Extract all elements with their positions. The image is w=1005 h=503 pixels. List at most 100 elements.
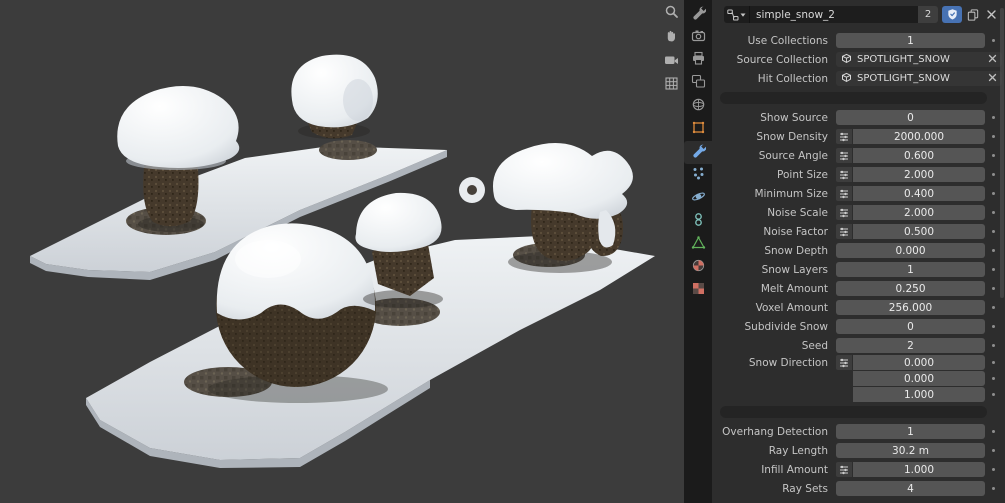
prop-row: Source Angle 0.600: [718, 146, 1002, 165]
prop-row: Snow Layers 1: [718, 260, 1002, 279]
grid-ortho-icon[interactable]: [662, 74, 680, 92]
point-size-field[interactable]: 2.000: [853, 167, 985, 182]
prop-label: Subdivide Snow: [744, 320, 829, 333]
source-angle-field[interactable]: 0.600: [853, 148, 985, 163]
ray-length-field[interactable]: 30.2 m: [836, 443, 985, 458]
prop-label: Source Angle: [758, 149, 828, 162]
decorator-dot[interactable]: [985, 361, 1002, 364]
hit-collection-field[interactable]: SPOTLIGHT_SNOW: [836, 71, 1002, 86]
decorator-dot[interactable]: [985, 344, 1002, 347]
prop-row: Noise Factor 0.500: [718, 222, 1002, 241]
tab-particles[interactable]: [684, 164, 712, 187]
tab-view-layer[interactable]: [684, 72, 712, 95]
prop-label: Source Collection: [736, 53, 828, 66]
node-group-header: simple_snow_2 2: [724, 6, 1000, 23]
attribute-toggle-icon[interactable]: [836, 224, 852, 239]
prop-row: Ray Sets 4: [718, 479, 1002, 498]
node-group-browse-icon[interactable]: [724, 6, 750, 23]
decorator-dot[interactable]: [985, 393, 1002, 396]
unlink-x-icon[interactable]: [988, 54, 997, 66]
prop-row-vector: Snow Direction 0.000 0.000 1.000: [718, 355, 1002, 402]
tab-tool[interactable]: [684, 3, 712, 26]
snow-direction-z-field[interactable]: 1.000: [853, 387, 985, 402]
scrollbar[interactable]: [1000, 8, 1004, 298]
voxel-amount-field[interactable]: 256.000: [836, 300, 985, 315]
melt-amount-field[interactable]: 0.250: [836, 281, 985, 296]
3d-viewport[interactable]: [0, 0, 684, 503]
tab-object-data[interactable]: [684, 233, 712, 256]
tab-constraints[interactable]: [684, 210, 712, 233]
chevron-down-icon: [740, 13, 746, 17]
prop-label: Noise Scale: [767, 206, 828, 219]
attribute-toggle-icon[interactable]: [836, 129, 852, 144]
tab-render[interactable]: [684, 26, 712, 49]
subdivide-snow-field[interactable]: 0: [836, 319, 985, 334]
copy-icon[interactable]: [964, 6, 981, 23]
tab-output[interactable]: [684, 49, 712, 72]
attribute-toggle-icon[interactable]: [836, 205, 852, 220]
infill-amount-field[interactable]: 1.000: [853, 462, 985, 477]
decorator-dot[interactable]: [985, 306, 1002, 309]
decorator-dot[interactable]: [985, 377, 1002, 380]
overhang-detection-field[interactable]: 1: [836, 424, 985, 439]
noise-scale-field[interactable]: 2.000: [853, 205, 985, 220]
world-icon: [691, 97, 706, 116]
subpanel-header[interactable]: [720, 92, 987, 104]
prop-row: Minimum Size 0.400: [718, 184, 1002, 203]
collection-name: SPOTLIGHT_SNOW: [857, 54, 950, 65]
tab-object[interactable]: [684, 118, 712, 141]
camera-view-icon[interactable]: [662, 50, 680, 68]
decorator-dot[interactable]: [985, 430, 1002, 433]
prop-row: Snow Depth 0.000: [718, 241, 1002, 260]
tab-texture[interactable]: [684, 279, 712, 302]
subpanel-header[interactable]: [720, 406, 987, 418]
decorator-dot[interactable]: [985, 487, 1002, 490]
pan-hand-icon[interactable]: [662, 26, 680, 44]
tab-material[interactable]: [684, 256, 712, 279]
prop-label: Noise Factor: [763, 225, 828, 238]
output-icon: [691, 51, 706, 70]
noise-factor-field[interactable]: 0.500: [853, 224, 985, 239]
tab-world[interactable]: [684, 95, 712, 118]
attribute-toggle-icon[interactable]: [836, 462, 852, 477]
prop-label: Hit Collection: [757, 72, 828, 85]
decorator-dot[interactable]: [985, 468, 1002, 471]
prop-label: Seed: [801, 339, 828, 352]
attribute-toggle-icon[interactable]: [836, 355, 852, 370]
texture-icon: [691, 281, 706, 300]
attribute-toggle-icon[interactable]: [836, 148, 852, 163]
zoom-icon[interactable]: [662, 2, 680, 20]
attribute-toggle-icon[interactable]: [836, 167, 852, 182]
prop-row: Infill Amount 1.000: [718, 460, 1002, 479]
tab-physics[interactable]: [684, 187, 712, 210]
snow-density-field[interactable]: 2000.000: [853, 129, 985, 144]
collection-name: SPOTLIGHT_SNOW: [857, 73, 950, 84]
prop-row: Point Size 2.000: [718, 165, 1002, 184]
close-icon[interactable]: [983, 6, 1000, 23]
prop-label: Snow Direction: [748, 357, 828, 369]
user-count-badge[interactable]: 2: [918, 6, 938, 23]
show-source-field[interactable]: 0: [836, 110, 985, 125]
prop-row: Subdivide Snow 0: [718, 317, 1002, 336]
ray-sets-field[interactable]: 4: [836, 481, 985, 496]
snow-direction-x-field[interactable]: 0.000: [853, 355, 985, 370]
snow-layers-field[interactable]: 1: [836, 262, 985, 277]
prop-label: Snow Density: [756, 130, 828, 143]
physics-icon: [691, 189, 706, 208]
decorator-dot[interactable]: [985, 449, 1002, 452]
seed-field[interactable]: 2: [836, 338, 985, 353]
snow-depth-field[interactable]: 0.000: [836, 243, 985, 258]
tab-modifiers[interactable]: [684, 141, 712, 164]
prop-label: Melt Amount: [760, 282, 828, 295]
minimum-size-field[interactable]: 0.400: [853, 186, 985, 201]
node-group-name-field[interactable]: simple_snow_2: [750, 6, 918, 23]
prop-row: Overhang Detection 1: [718, 422, 1002, 441]
attribute-toggle-icon[interactable]: [836, 186, 852, 201]
use-collections-field[interactable]: 1: [836, 33, 985, 48]
snow-direction-y-field[interactable]: 0.000: [853, 371, 985, 386]
fake-user-shield-icon[interactable]: [942, 6, 962, 23]
decorator-dot[interactable]: [985, 325, 1002, 328]
source-collection-field[interactable]: SPOTLIGHT_SNOW: [836, 52, 1002, 67]
unlink-x-icon[interactable]: [988, 73, 997, 85]
render-icon: [691, 28, 706, 47]
